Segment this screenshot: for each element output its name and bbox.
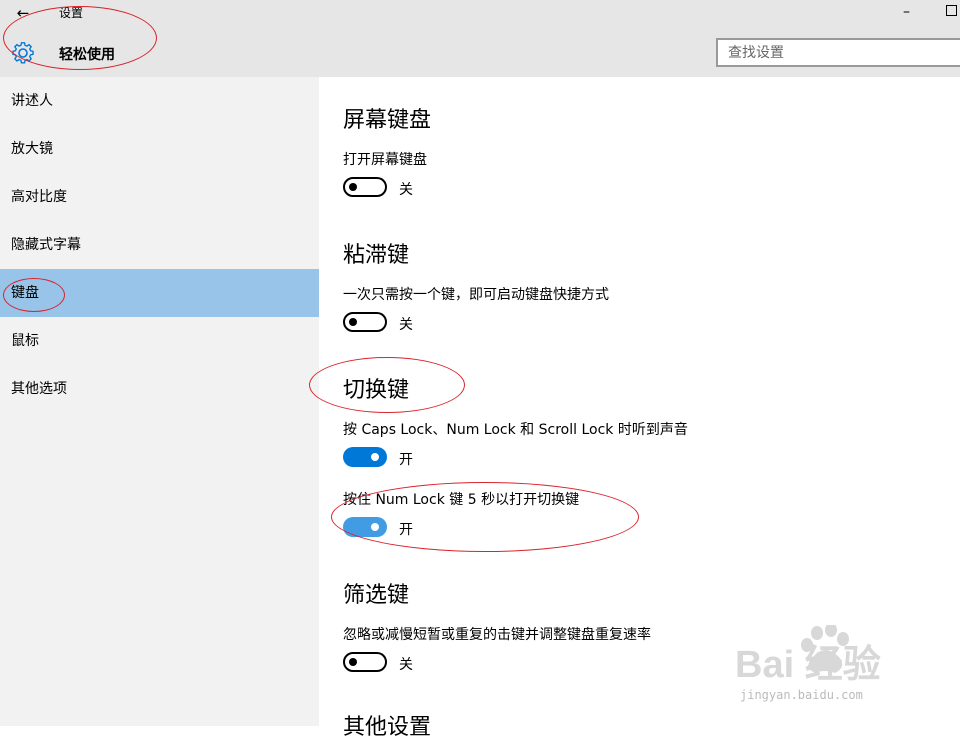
minimize-button[interactable]: – [903,3,917,21]
page-title: 轻松使用 [59,47,115,63]
setting-description: 按住 Num Lock 键 5 秒以打开切换键 [343,492,580,508]
watermark-text: Bai 经验 [735,644,881,686]
toggle-state-label: 关 [399,182,413,198]
back-button[interactable]: ← [12,3,34,23]
section-title-toggle-keys: 切换键 [343,378,410,403]
toggle-state-label: 关 [399,317,413,333]
section-title-sticky-keys: 粘滞键 [343,243,410,268]
sidebar: 讲述人 放大镜 高对比度 隐藏式字幕 键盘 鼠标 其他选项 [0,77,319,726]
section-title-filter-keys: 筛选键 [343,583,410,608]
app-title: 设置 [59,6,84,20]
toggle-knob [371,453,379,461]
section-title-other-settings: 其他设置 [343,715,432,740]
watermark-url: jingyan.baidu.com [740,688,863,702]
on-screen-keyboard-toggle[interactable] [343,177,387,197]
toggle-keys-sound-toggle[interactable] [343,447,387,467]
sidebar-item-high-contrast[interactable]: 高对比度 [0,173,319,221]
toggle-knob [349,658,357,666]
sidebar-item-closed-captions[interactable]: 隐藏式字幕 [0,221,319,269]
sidebar-item-keyboard[interactable]: 键盘 [0,269,319,317]
sidebar-item-other-options[interactable]: 其他选项 [0,365,319,413]
sidebar-item-magnifier[interactable]: 放大镜 [0,125,319,173]
setting-description: 打开屏幕键盘 [343,152,427,168]
sticky-keys-toggle[interactable] [343,312,387,332]
gear-icon [12,42,34,64]
toggle-knob [371,523,379,531]
maximize-button[interactable] [946,5,957,16]
section-title-on-screen-keyboard: 屏幕键盘 [343,108,432,133]
title-bar: ← 设置 – 轻松使用 [0,0,960,77]
toggle-knob [349,318,357,326]
search-input[interactable] [716,38,960,67]
toggle-state-label: 关 [399,657,413,673]
filter-keys-toggle[interactable] [343,652,387,672]
num-lock-hold-toggle[interactable] [343,517,387,537]
toggle-state-label: 开 [399,452,413,468]
setting-description: 按 Caps Lock、Num Lock 和 Scroll Lock 时听到声音 [343,422,688,438]
toggle-knob [349,183,357,191]
toggle-state-label: 开 [399,522,413,538]
setting-description: 一次只需按一个键，即可启动键盘快捷方式 [343,287,609,303]
sidebar-item-narrator[interactable]: 讲述人 [0,77,319,125]
sidebar-item-mouse[interactable]: 鼠标 [0,317,319,365]
setting-description: 忽略或减慢短暂或重复的击键并调整键盘重复速率 [343,627,651,643]
